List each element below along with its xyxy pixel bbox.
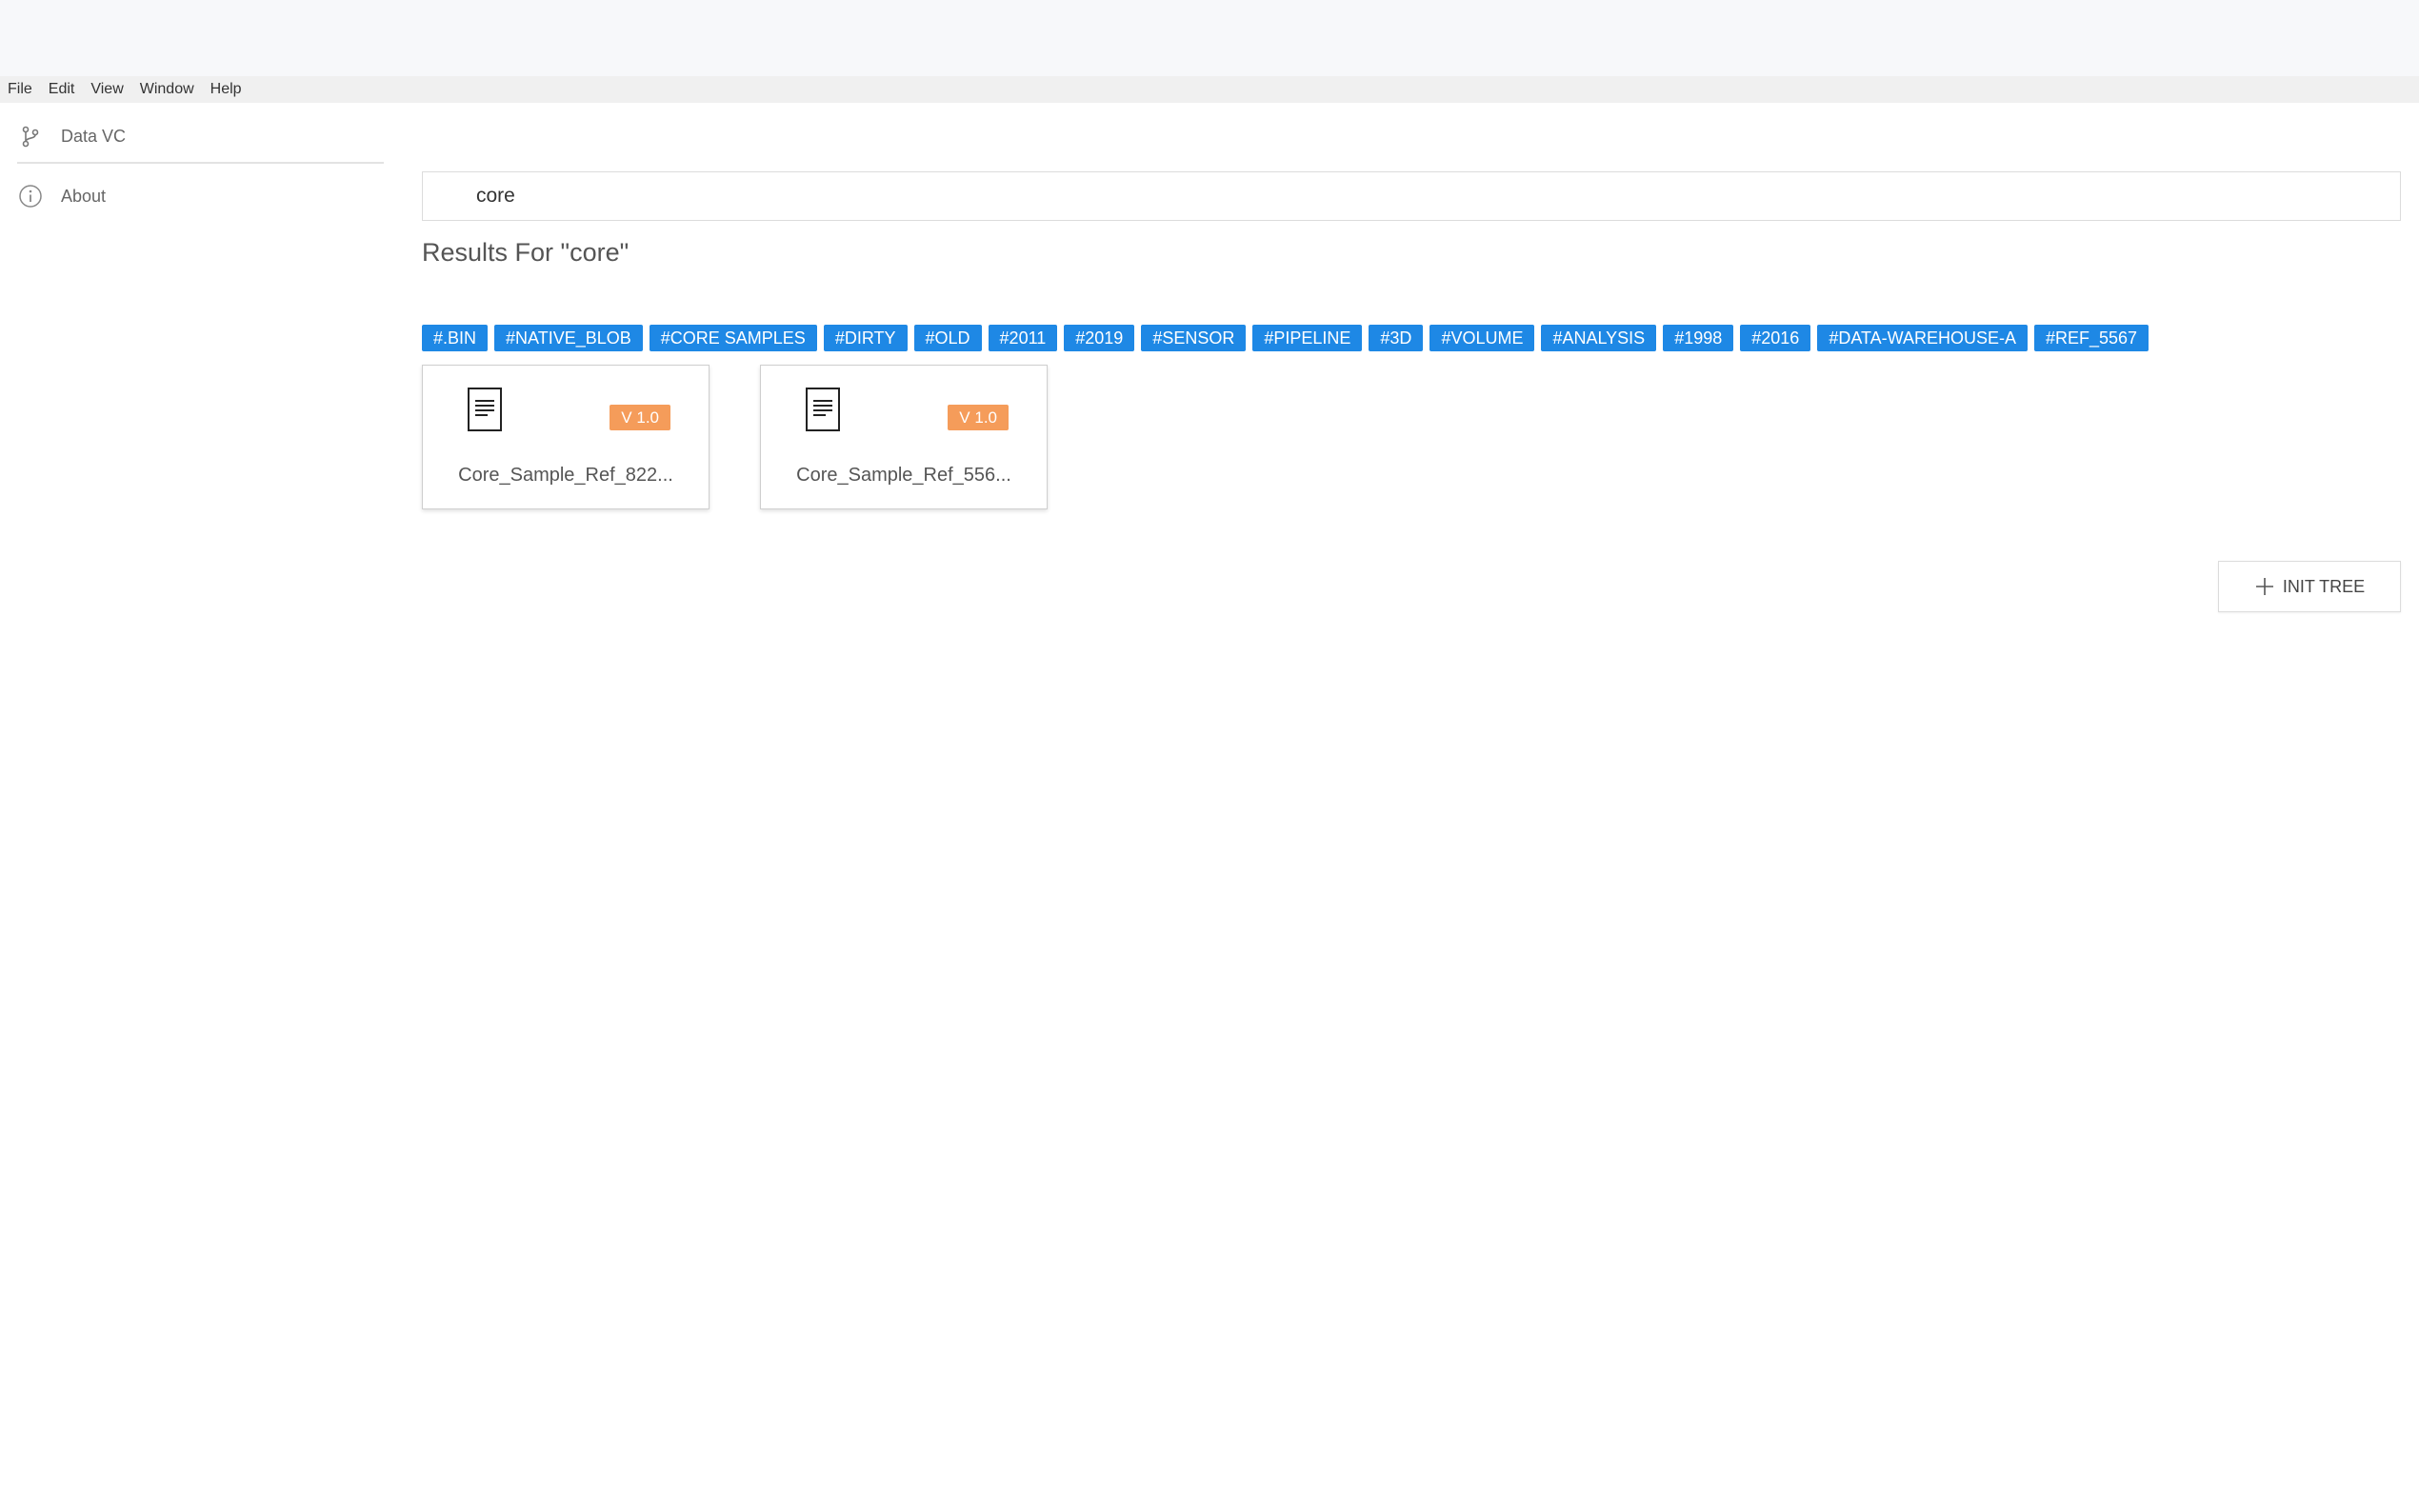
sidebar: Data VC About [0, 103, 386, 1512]
tag-2011[interactable]: #2011 [988, 325, 1058, 351]
menu-help[interactable]: Help [210, 81, 242, 98]
tag-old[interactable]: #OLD [913, 325, 982, 351]
init-tree-button[interactable]: INIT TREE [2218, 561, 2401, 612]
tag-ref-5567[interactable]: #REF_5567 [2034, 325, 2149, 351]
tag-dirty[interactable]: #DIRTY [823, 325, 908, 351]
card-name: Core_Sample_Ref_556... [796, 465, 1011, 486]
version-badge: V 1.0 [948, 405, 1009, 430]
info-icon [17, 183, 44, 209]
version-badge: V 1.0 [610, 405, 670, 430]
tag-bin[interactable]: #.BIN [422, 325, 489, 351]
result-card[interactable]: V 1.0 Core_Sample_Ref_822... [422, 365, 710, 509]
search-field[interactable] [422, 171, 2401, 221]
menu-window[interactable]: Window [140, 81, 194, 98]
sidebar-item-label: About [61, 186, 107, 206]
init-tree-label: INIT TREE [2282, 576, 2366, 596]
tag-volume[interactable]: #VOLUME [1429, 325, 1535, 351]
tag-pipeline[interactable]: #PIPELINE [1252, 325, 1363, 351]
tag-2016[interactable]: #2016 [1740, 325, 1811, 351]
menu-file[interactable]: File [8, 81, 32, 98]
tag-list: #.BIN #NATIVE_BLOB #CORE SAMPLES #DIRTY … [422, 325, 2149, 351]
card-name: Core_Sample_Ref_822... [458, 465, 673, 486]
tag-3d[interactable]: #3D [1369, 325, 1424, 351]
sidebar-item-data-vc[interactable]: Data VC [17, 122, 384, 164]
sidebar-item-label: Data VC [61, 126, 127, 146]
menu-edit[interactable]: Edit [49, 81, 75, 98]
title-bar [0, 0, 2419, 76]
tag-native-blob[interactable]: #NATIVE_BLOB [494, 325, 643, 351]
result-card[interactable]: V 1.0 Core_Sample_Ref_556... [760, 365, 1048, 509]
document-icon [805, 387, 843, 434]
tag-core-samples[interactable]: #CORE SAMPLES [649, 325, 817, 351]
tag-2019[interactable]: #2019 [1064, 325, 1135, 351]
search-input[interactable] [474, 184, 2400, 209]
sidebar-item-about[interactable]: About [17, 177, 384, 215]
tag-data-warehouse-a[interactable]: #DATA-WAREHOUSE-A [1817, 325, 2028, 351]
branch-icon [17, 123, 44, 149]
plus-icon [2254, 576, 2275, 597]
tag-1998[interactable]: #1998 [1663, 325, 1734, 351]
document-icon [467, 387, 505, 434]
results-heading: Results For "core" [422, 238, 630, 267]
tag-sensor[interactable]: #SENSOR [1141, 325, 1247, 351]
menu-view[interactable]: View [90, 81, 123, 98]
tag-analysis[interactable]: #ANALYSIS [1541, 325, 1657, 351]
menu-bar: File Edit View Window Help [0, 76, 2419, 103]
